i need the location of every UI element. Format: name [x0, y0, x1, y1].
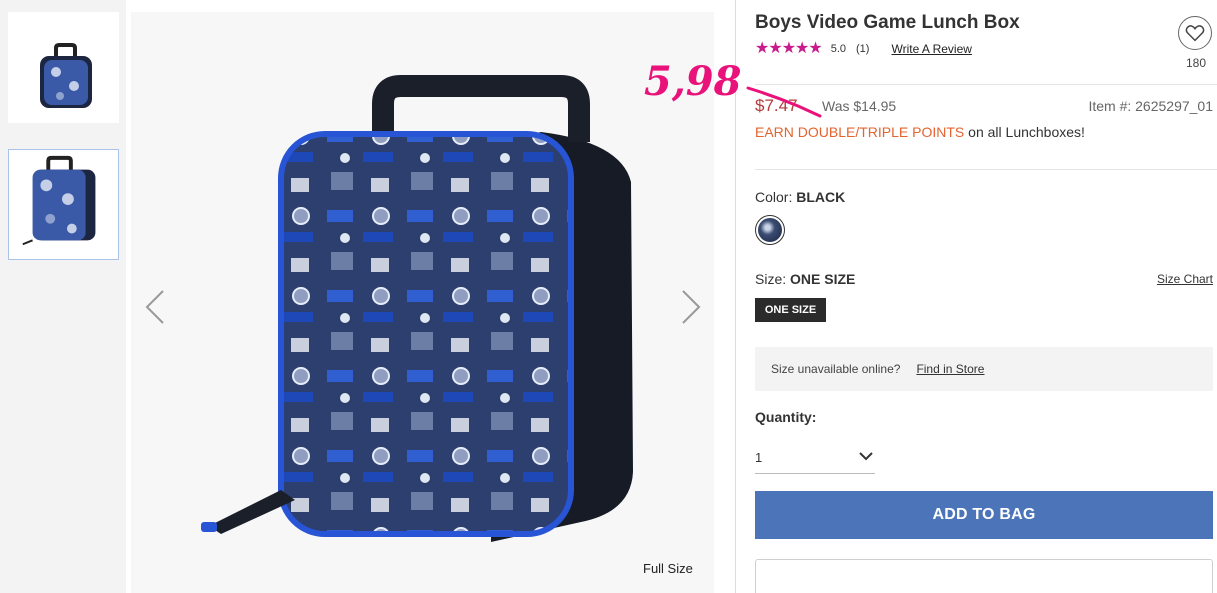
thumbnail-rail [0, 0, 126, 593]
product-info-panel: Boys Video Game Lunch Box ★★★★★ 5.0 (1) … [755, 0, 1217, 593]
quantity-label: Quantity: [755, 409, 817, 425]
lunchbox-thumbnail-image [40, 43, 92, 108]
rating-stars[interactable]: ★★★★★ [755, 40, 823, 57]
handwritten-price-annotation: 5,98 [644, 58, 742, 105]
size-chart-link[interactable]: Size Chart [1157, 272, 1213, 286]
previous-image-arrow-icon[interactable] [143, 287, 169, 327]
shipping-options-box [755, 559, 1213, 593]
item-number: Item #: 2625297_01 [1088, 98, 1213, 114]
heart-icon [1185, 25, 1205, 42]
rating-value: 5.0 [830, 43, 847, 55]
lunchbox-thumbnail-image [22, 155, 96, 246]
add-to-bag-button[interactable]: ADD TO BAG [755, 491, 1213, 539]
rating-count: (1) [856, 43, 870, 55]
color-label-text: Color: [755, 189, 793, 205]
size-value: ONE SIZE [790, 271, 856, 287]
size-option-one-size[interactable]: ONE SIZE [755, 298, 826, 322]
thumbnail-2[interactable] [8, 149, 119, 260]
star-icon: ★★★★★ [755, 40, 823, 57]
lunchbox-image [201, 75, 633, 542]
write-review-link[interactable]: Write A Review [891, 42, 971, 56]
next-image-arrow-icon[interactable] [677, 287, 703, 327]
quantity-select[interactable]: 1 [755, 442, 875, 474]
favorite-button[interactable] [1178, 16, 1212, 50]
product-title: Boys Video Game Lunch Box [755, 12, 1020, 33]
promo-rest: on all Lunchboxes! [964, 124, 1085, 140]
favorites-count: 180 [1185, 56, 1207, 70]
main-product-image[interactable]: Full Size [131, 12, 714, 593]
chevron-down-icon [859, 452, 873, 461]
color-swatch-black[interactable] [755, 215, 785, 245]
price-row: $7.47 Was $14.95 Item #: 2625297_01 [755, 96, 1217, 118]
find-in-store-link[interactable]: Find in Store [916, 362, 984, 376]
color-value: BLACK [796, 189, 846, 205]
promo-text: EARN DOUBLE/TRIPLE POINTS on all Lunchbo… [755, 124, 1085, 140]
color-label: Color: BLACK [755, 189, 845, 205]
quantity-value: 1 [755, 450, 763, 465]
promo-highlight[interactable]: EARN DOUBLE/TRIPLE POINTS [755, 124, 964, 140]
size-unavailable-text: Size unavailable online? [771, 362, 901, 376]
size-label-text: Size: [755, 271, 787, 287]
rating-row: ★★★★★ 5.0 (1) Write A Review [755, 40, 972, 58]
divider [755, 169, 1217, 170]
size-label: Size: ONE SIZE [755, 271, 855, 287]
swatch-image [758, 218, 782, 242]
full-size-link[interactable]: Full Size [643, 561, 693, 576]
sale-price: $7.47 [755, 96, 798, 115]
size-unavailable-box: Size unavailable online? Find in Store [755, 347, 1213, 391]
divider [755, 84, 1217, 85]
thumbnail-1[interactable] [8, 12, 119, 123]
original-price: Was $14.95 [822, 98, 897, 114]
